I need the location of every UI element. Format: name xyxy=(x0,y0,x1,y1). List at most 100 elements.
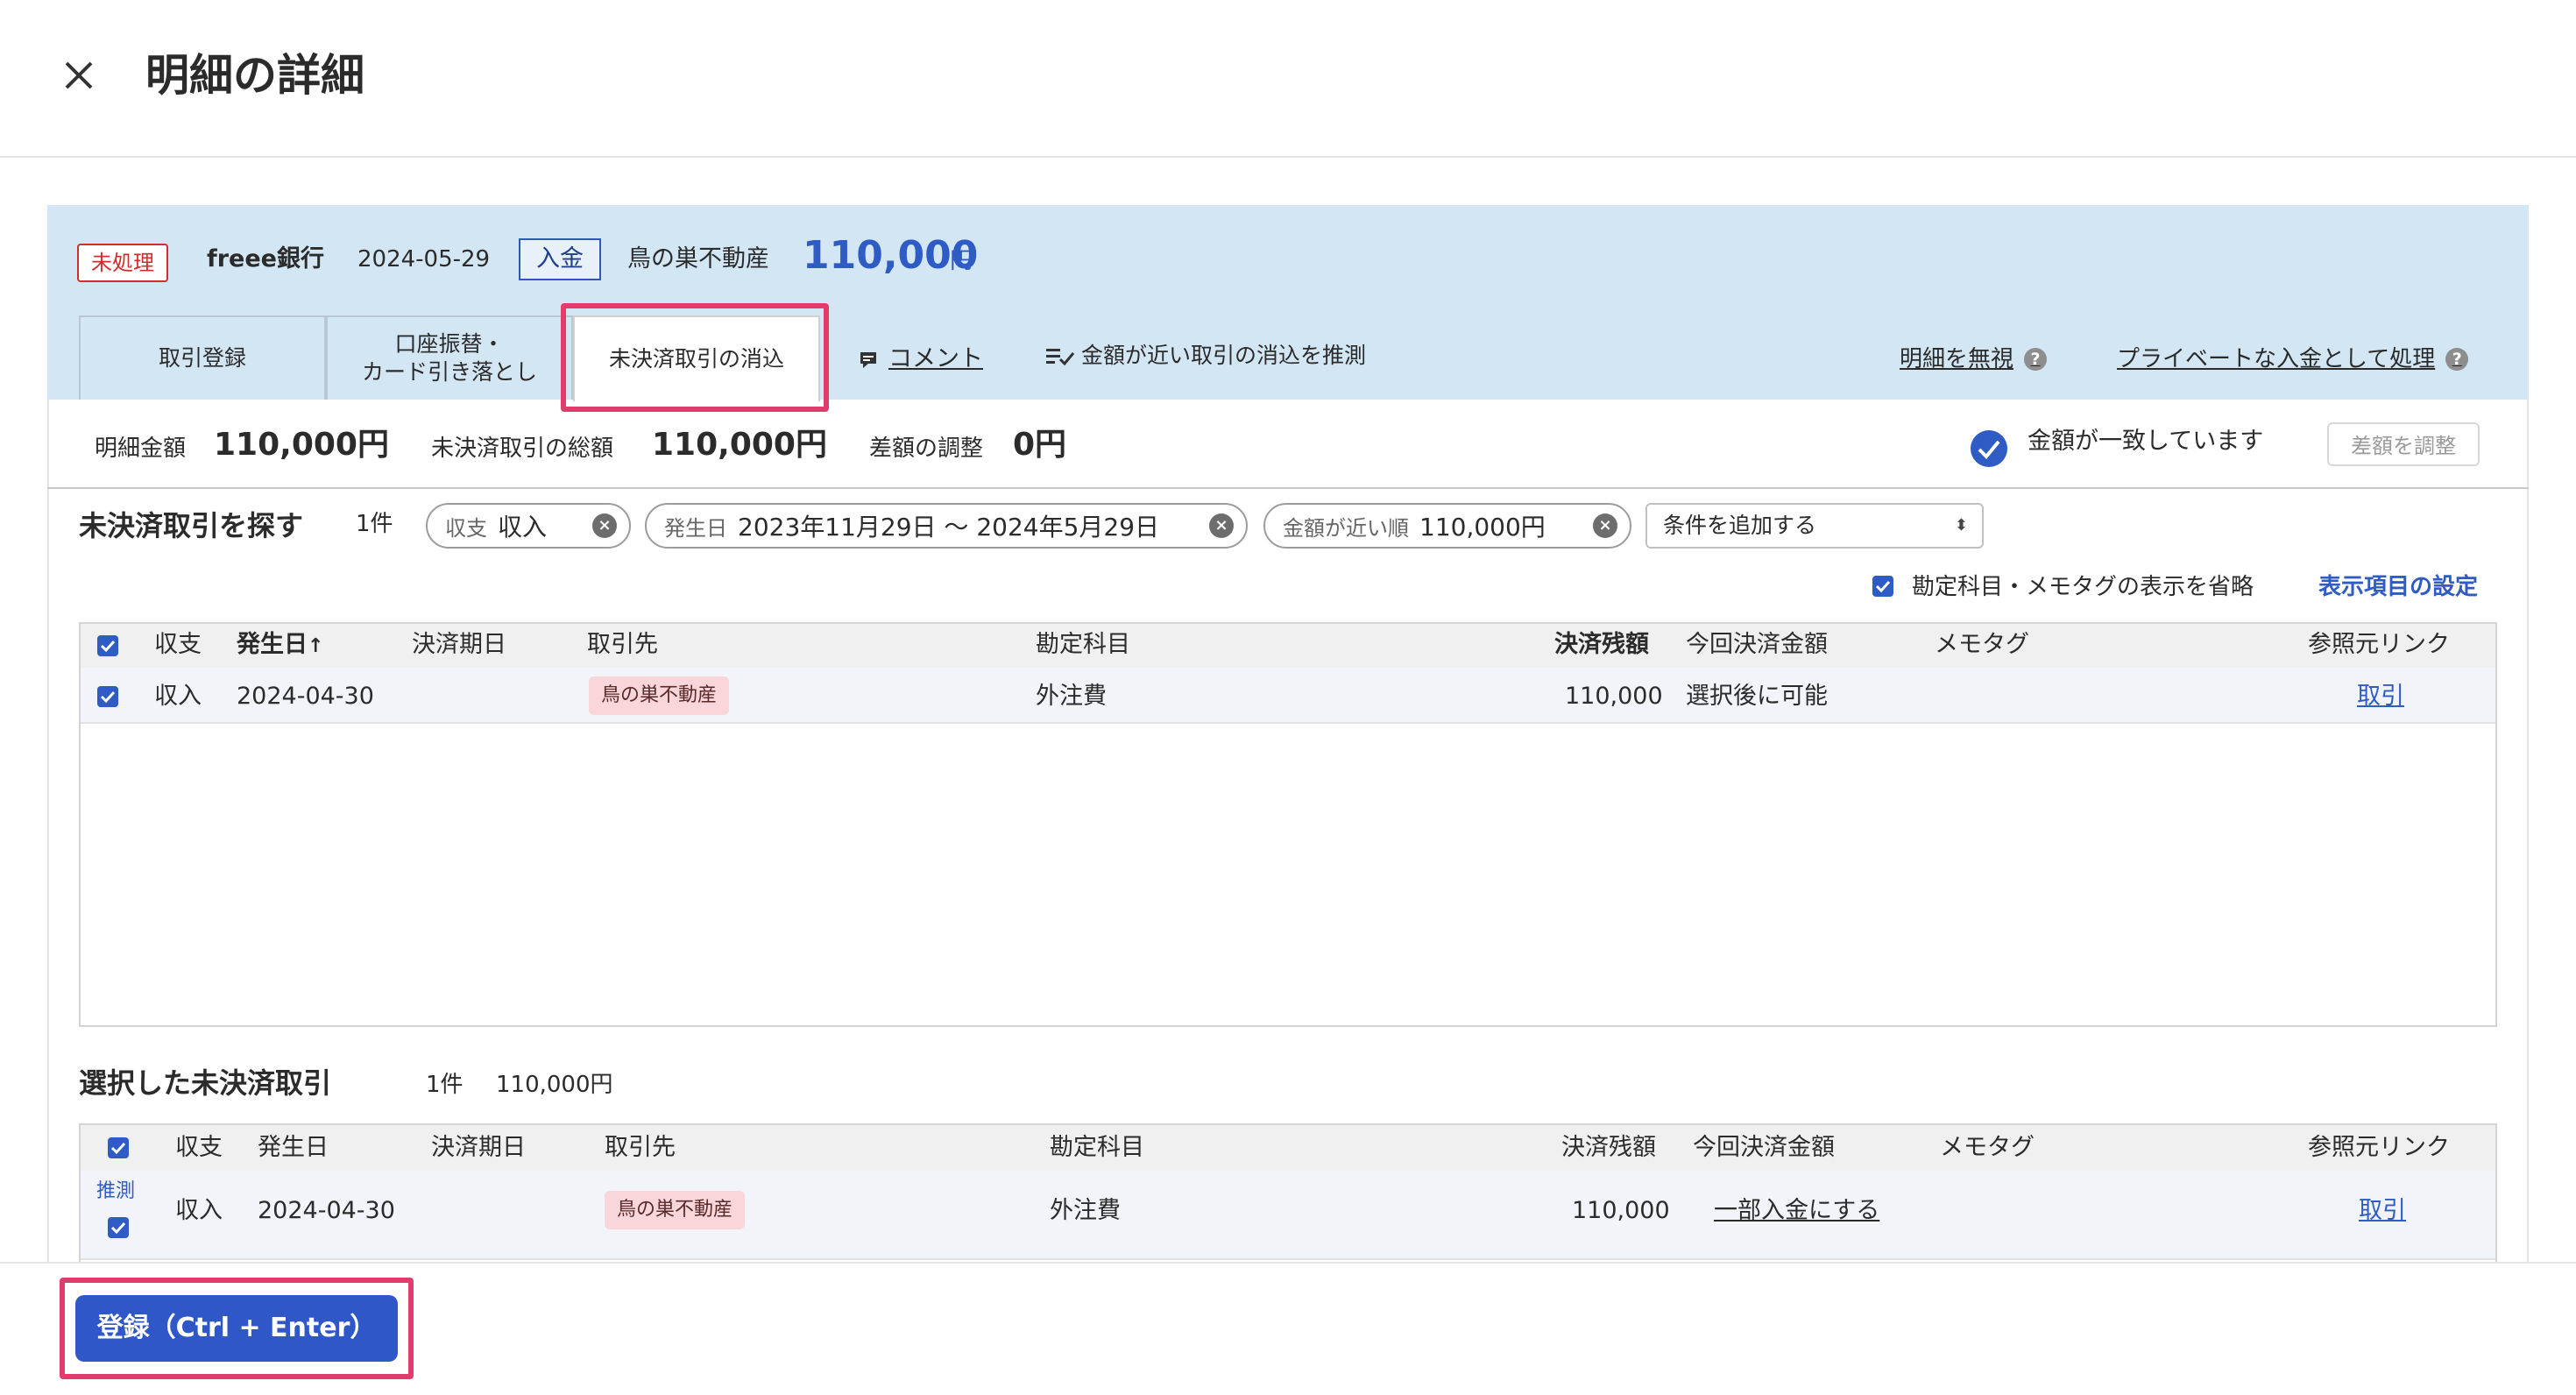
col-memo: メモタグ xyxy=(1940,1134,2035,1161)
col-link: 参照元リンク xyxy=(2308,1134,2450,1161)
col-balance: 決済残額 xyxy=(1554,631,1649,658)
partial-payment-link[interactable]: 一部入金にする xyxy=(1714,1193,1879,1229)
row-balance: 110,000 xyxy=(1565,683,1663,710)
col-amount: 今回決済金額 xyxy=(1686,631,1828,658)
amount-unit: 円 xyxy=(950,248,973,274)
unsettled-total-label: 未決済取引の総額 xyxy=(431,435,614,462)
col-partner: 取引先 xyxy=(605,1134,676,1161)
sort-asc-icon: ↑ xyxy=(308,635,324,657)
col-partner: 取引先 xyxy=(587,631,658,658)
omit-label: 勘定科目・メモタグの表示を省略 xyxy=(1912,574,2254,600)
chip-value: 110,000円 xyxy=(1419,513,1546,542)
col-date[interactable]: 発生日↑ xyxy=(237,627,323,664)
summary-divider xyxy=(47,487,2529,489)
selected-title: 選択した未決済取引 xyxy=(79,1066,332,1100)
type-badge: 入金 xyxy=(519,238,601,280)
comment-link[interactable]: コメント xyxy=(859,342,983,377)
row-date: 2024-04-30 xyxy=(237,683,374,710)
selected-total: 110,000円 xyxy=(496,1072,613,1098)
filter-chip-date[interactable]: 発生日 2023年11月29日 〜 2024年5月29日 × xyxy=(645,503,1248,549)
statement-partner: 鳥の巣不動産 xyxy=(627,245,769,273)
diff-label: 差額の調整 xyxy=(869,435,984,462)
col-account: 勘定科目 xyxy=(1050,1134,1144,1161)
comment-icon xyxy=(860,352,876,368)
private-label: プライベートな入金として処理 xyxy=(2117,346,2436,372)
select-all-checkbox[interactable] xyxy=(96,634,119,657)
search-count: 1件 xyxy=(356,511,393,537)
diff-value: 0円 xyxy=(1013,427,1067,463)
row-checkbox[interactable] xyxy=(96,685,119,708)
clear-chip-icon[interactable]: × xyxy=(1209,513,1234,538)
private-income-link[interactable]: プライベートな入金として処理 ? xyxy=(2117,342,2469,377)
col-due: 決済期日 xyxy=(431,1134,526,1161)
select-all-checkbox[interactable] xyxy=(107,1137,130,1159)
chip-key: 金額が近い順 xyxy=(1283,515,1409,541)
row-reference-link[interactable]: 取引 xyxy=(2359,1193,2406,1229)
tab-transfer[interactable]: 口座振替・ カード引き落とし xyxy=(326,315,573,400)
row-account: 外注費 xyxy=(1036,683,1107,710)
col-balance: 決済残額 xyxy=(1561,1134,1656,1161)
row-reference-link[interactable]: 取引 xyxy=(2357,679,2404,714)
partner-tag: 鳥の巣不動産 xyxy=(589,676,730,715)
partner-tag: 鳥の巣不動産 xyxy=(605,1191,746,1229)
col-date: 発生日 xyxy=(258,1134,329,1161)
tab-label-line2: カード引き落とし xyxy=(361,359,537,385)
col-link: 参照元リンク xyxy=(2308,631,2450,658)
ignore-label: 明細を無視 xyxy=(1900,346,2014,372)
chip-value: 収入 xyxy=(498,513,548,542)
tab-label: 取引登録 xyxy=(158,345,246,371)
chip-key: 収支 xyxy=(445,515,487,541)
selected-count: 1件 xyxy=(426,1072,464,1098)
comment-label: コメント xyxy=(888,345,983,372)
clear-chip-icon[interactable]: × xyxy=(1593,513,1617,538)
filter-chip-type[interactable]: 収支 収入 × xyxy=(426,503,631,549)
header-divider xyxy=(0,156,2576,158)
close-icon[interactable] xyxy=(56,53,102,98)
col-account: 勘定科目 xyxy=(1036,631,1130,658)
help-icon[interactable]: ? xyxy=(2445,348,2469,371)
suggest-link[interactable]: 金額が近い取引の消込を推測 xyxy=(1046,338,1366,373)
col-due: 決済期日 xyxy=(412,631,506,658)
ignore-statement-link[interactable]: 明細を無視 ? xyxy=(1900,342,2048,377)
col-amount: 今回決済金額 xyxy=(1693,1134,1835,1161)
table-row[interactable] xyxy=(81,668,2495,724)
tab-label-line1: 口座振替・ xyxy=(394,331,505,357)
row-checkbox[interactable] xyxy=(107,1216,130,1239)
status-badge: 未処理 xyxy=(77,244,168,282)
table-row[interactable] xyxy=(81,1171,2495,1260)
col-type: 収支 xyxy=(154,631,202,658)
chip-key: 発生日 xyxy=(664,515,727,541)
row-type: 収入 xyxy=(175,1197,223,1224)
row-account: 外注費 xyxy=(1050,1197,1121,1224)
tab-register-deal[interactable]: 取引登録 xyxy=(79,315,326,400)
omit-checkbox[interactable] xyxy=(1872,575,1894,598)
footer-divider xyxy=(0,1262,2576,1264)
display-settings-link[interactable]: 表示項目の設定 xyxy=(2318,571,2478,603)
select-arrows-icon: ⬍ xyxy=(1954,516,1968,535)
help-icon[interactable]: ? xyxy=(2024,348,2048,371)
row-type: 収入 xyxy=(154,683,202,710)
row-amount: 選択後に可能 xyxy=(1686,683,1828,710)
clear-chip-icon[interactable]: × xyxy=(592,513,617,538)
col-date-label: 発生日 xyxy=(237,631,308,658)
add-condition-label: 条件を追加する xyxy=(1663,513,1817,538)
adjust-diff-button[interactable]: 差額を調整 xyxy=(2327,422,2480,466)
highlight-box-tab xyxy=(561,303,829,412)
search-title: 未決済取引を探す xyxy=(79,509,304,542)
list-check-icon xyxy=(1046,349,1075,366)
suggest-label: 金額が近い取引の消込を推測 xyxy=(1081,343,1367,368)
row-balance: 110,000 xyxy=(1572,1197,1670,1224)
filter-chip-amount[interactable]: 金額が近い順 110,000円 × xyxy=(1263,503,1631,549)
statement-amount-value: 110,000円 xyxy=(214,427,389,463)
bank-name: freee銀行 xyxy=(207,245,324,273)
guess-label: 推測 xyxy=(96,1180,136,1202)
statement-amount-label: 明細金額 xyxy=(95,435,187,462)
statement-date: 2024-05-29 xyxy=(357,246,491,273)
match-status: 金額が一致しています xyxy=(2028,428,2264,455)
col-memo: メモタグ xyxy=(1935,631,2029,658)
add-condition-select[interactable]: 条件を追加する ⬍ xyxy=(1645,503,1984,549)
page-title: 明細の詳細 xyxy=(145,50,364,101)
col-type: 収支 xyxy=(175,1134,223,1161)
row-date: 2024-04-30 xyxy=(258,1197,395,1224)
highlight-box-submit xyxy=(60,1278,414,1379)
